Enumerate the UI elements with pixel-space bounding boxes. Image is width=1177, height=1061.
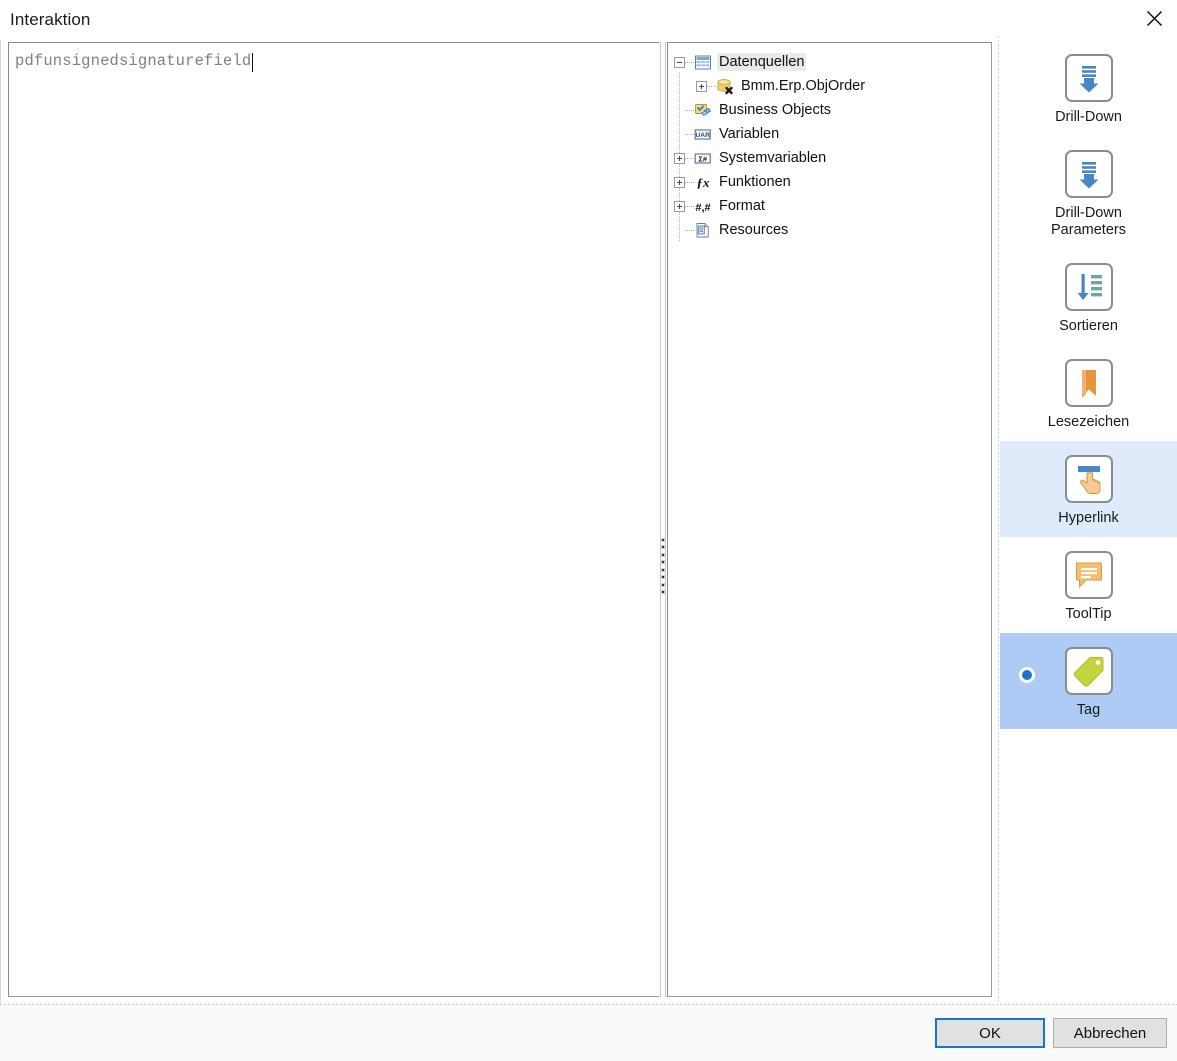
sidebar-item-tooltip[interactable]: ToolTip	[1000, 537, 1177, 633]
sidebar-item-label: ToolTip	[1065, 606, 1111, 623]
tree-item-label: Business Objects	[717, 101, 833, 119]
sidebar-item-drill-down[interactable]: Drill-Down	[1000, 40, 1177, 136]
tree-connector-dots	[685, 230, 694, 231]
ok-button[interactable]: OK	[935, 1018, 1045, 1048]
tree-item-label: Datenquellen	[717, 53, 806, 71]
sidebar-item-label: Lesezeichen	[1048, 414, 1129, 431]
drill-down-icon	[1065, 54, 1113, 102]
tree-item-business-objects[interactable]: Business Objects	[674, 98, 986, 122]
splitter-line-right	[665, 42, 666, 997]
tree-item-label: Funktionen	[717, 173, 793, 191]
fx-icon: ƒx	[694, 174, 712, 191]
resources-icon	[694, 222, 712, 239]
tree-item-label: Variablen	[717, 125, 781, 143]
svg-text:Σ#: Σ#	[698, 154, 708, 163]
sidebar-item-label: Drill-Down	[1055, 109, 1122, 126]
expression-editor[interactable]: pdfunsignedsignaturefield	[8, 42, 661, 997]
sidebar-item-drill-down-parameters[interactable]: Drill-Down Parameters	[1000, 136, 1177, 249]
tree-connector-dots	[685, 134, 694, 135]
tree-item-format[interactable]: #,# Format	[674, 194, 986, 218]
tree-expander-plus-icon[interactable]	[674, 201, 685, 212]
var-icon: UAR	[694, 126, 712, 143]
title-bar: Interaktion	[0, 0, 1177, 40]
table-icon	[694, 54, 712, 71]
tree-item-label: Format	[717, 197, 767, 215]
sidebar-item-label: Sortieren	[1059, 318, 1118, 335]
tree-connector-dots	[685, 206, 694, 207]
tree-expander-plus-icon[interactable]	[696, 81, 707, 92]
tree-item-label: Bmm.Erp.ObjOrder	[739, 77, 867, 95]
tree-item-bmm-erp-objorder[interactable]: Bmm.Erp.ObjOrder	[674, 74, 986, 98]
tree-item-systemvariablen[interactable]: Σ# Systemvariablen	[674, 146, 986, 170]
tree-expander-minus-icon[interactable]	[674, 57, 685, 68]
tree-item-label: Resources	[717, 221, 790, 239]
sidebar-item-hyperlink[interactable]: Hyperlink	[1000, 441, 1177, 537]
tree-item-datenquellen[interactable]: Datenquellen	[674, 50, 986, 74]
drill-down-parameters-icon	[1065, 150, 1113, 198]
tree-item-funktionen[interactable]: ƒx Funktionen	[674, 170, 986, 194]
data-sources-tree-panel[interactable]: Datenquellen Bmm.Erp.ObjOrder	[667, 42, 992, 997]
tree-connector-dots	[707, 86, 716, 87]
tree-connector-dots	[685, 110, 694, 111]
panel-splitter[interactable]	[659, 42, 667, 997]
tree-item-variablen[interactable]: UAR Variablen	[674, 122, 986, 146]
sidebar-item-label: Hyperlink	[1058, 510, 1118, 527]
interaction-type-sidebar: Drill-Down Drill-Down Parameters	[1000, 40, 1177, 1004]
format-icon: #,#	[694, 198, 712, 215]
svg-text:#,#: #,#	[695, 202, 710, 214]
database-error-icon	[716, 78, 734, 95]
tree-connector-dots	[685, 182, 694, 183]
tag-icon	[1065, 647, 1113, 695]
tree-expander-plus-icon[interactable]	[674, 153, 685, 164]
interaktion-dialog: Interaktion pdfunsignedsignaturefield	[0, 0, 1177, 1061]
cancel-button[interactable]: Abbrechen	[1053, 1018, 1167, 1048]
svg-text:UAR: UAR	[696, 132, 711, 139]
tree-connector-dots	[685, 158, 694, 159]
sidebar-item-sortieren[interactable]: Sortieren	[1000, 249, 1177, 345]
expression-editor-text: pdfunsignedsignaturefield	[15, 52, 251, 70]
close-glyph	[1146, 10, 1163, 27]
tree-expander-plus-icon[interactable]	[674, 177, 685, 188]
bookmark-icon	[1065, 359, 1113, 407]
sidebar-item-label: Drill-Down Parameters	[1051, 205, 1126, 239]
sort-icon	[1065, 263, 1113, 311]
sidebar-item-lesezeichen[interactable]: Lesezeichen	[1000, 345, 1177, 441]
window-title: Interaktion	[10, 10, 90, 30]
data-sources-tree: Datenquellen Bmm.Erp.ObjOrder	[674, 50, 986, 242]
svg-text:ƒx: ƒx	[697, 175, 711, 190]
tree-item-resources[interactable]: Resources	[674, 218, 986, 242]
close-icon[interactable]	[1131, 0, 1177, 36]
tree-connector-dots	[685, 62, 694, 63]
sidebar-item-tag[interactable]: Tag	[1000, 633, 1177, 729]
tree-item-label: Systemvariablen	[717, 149, 828, 167]
text-caret	[252, 53, 253, 72]
sidebar-separator	[998, 36, 999, 1004]
tooltip-icon	[1065, 551, 1113, 599]
hyperlink-icon	[1065, 455, 1113, 503]
splitter-grip[interactable]	[660, 537, 666, 595]
business-objects-icon	[694, 102, 712, 119]
sigma-hash-icon: Σ#	[694, 150, 712, 167]
window-left-border	[0, 0, 1, 1061]
sidebar-item-label: Tag	[1077, 702, 1100, 719]
splitter-line-left	[660, 42, 661, 997]
tag-radio-button[interactable]	[1019, 667, 1035, 683]
